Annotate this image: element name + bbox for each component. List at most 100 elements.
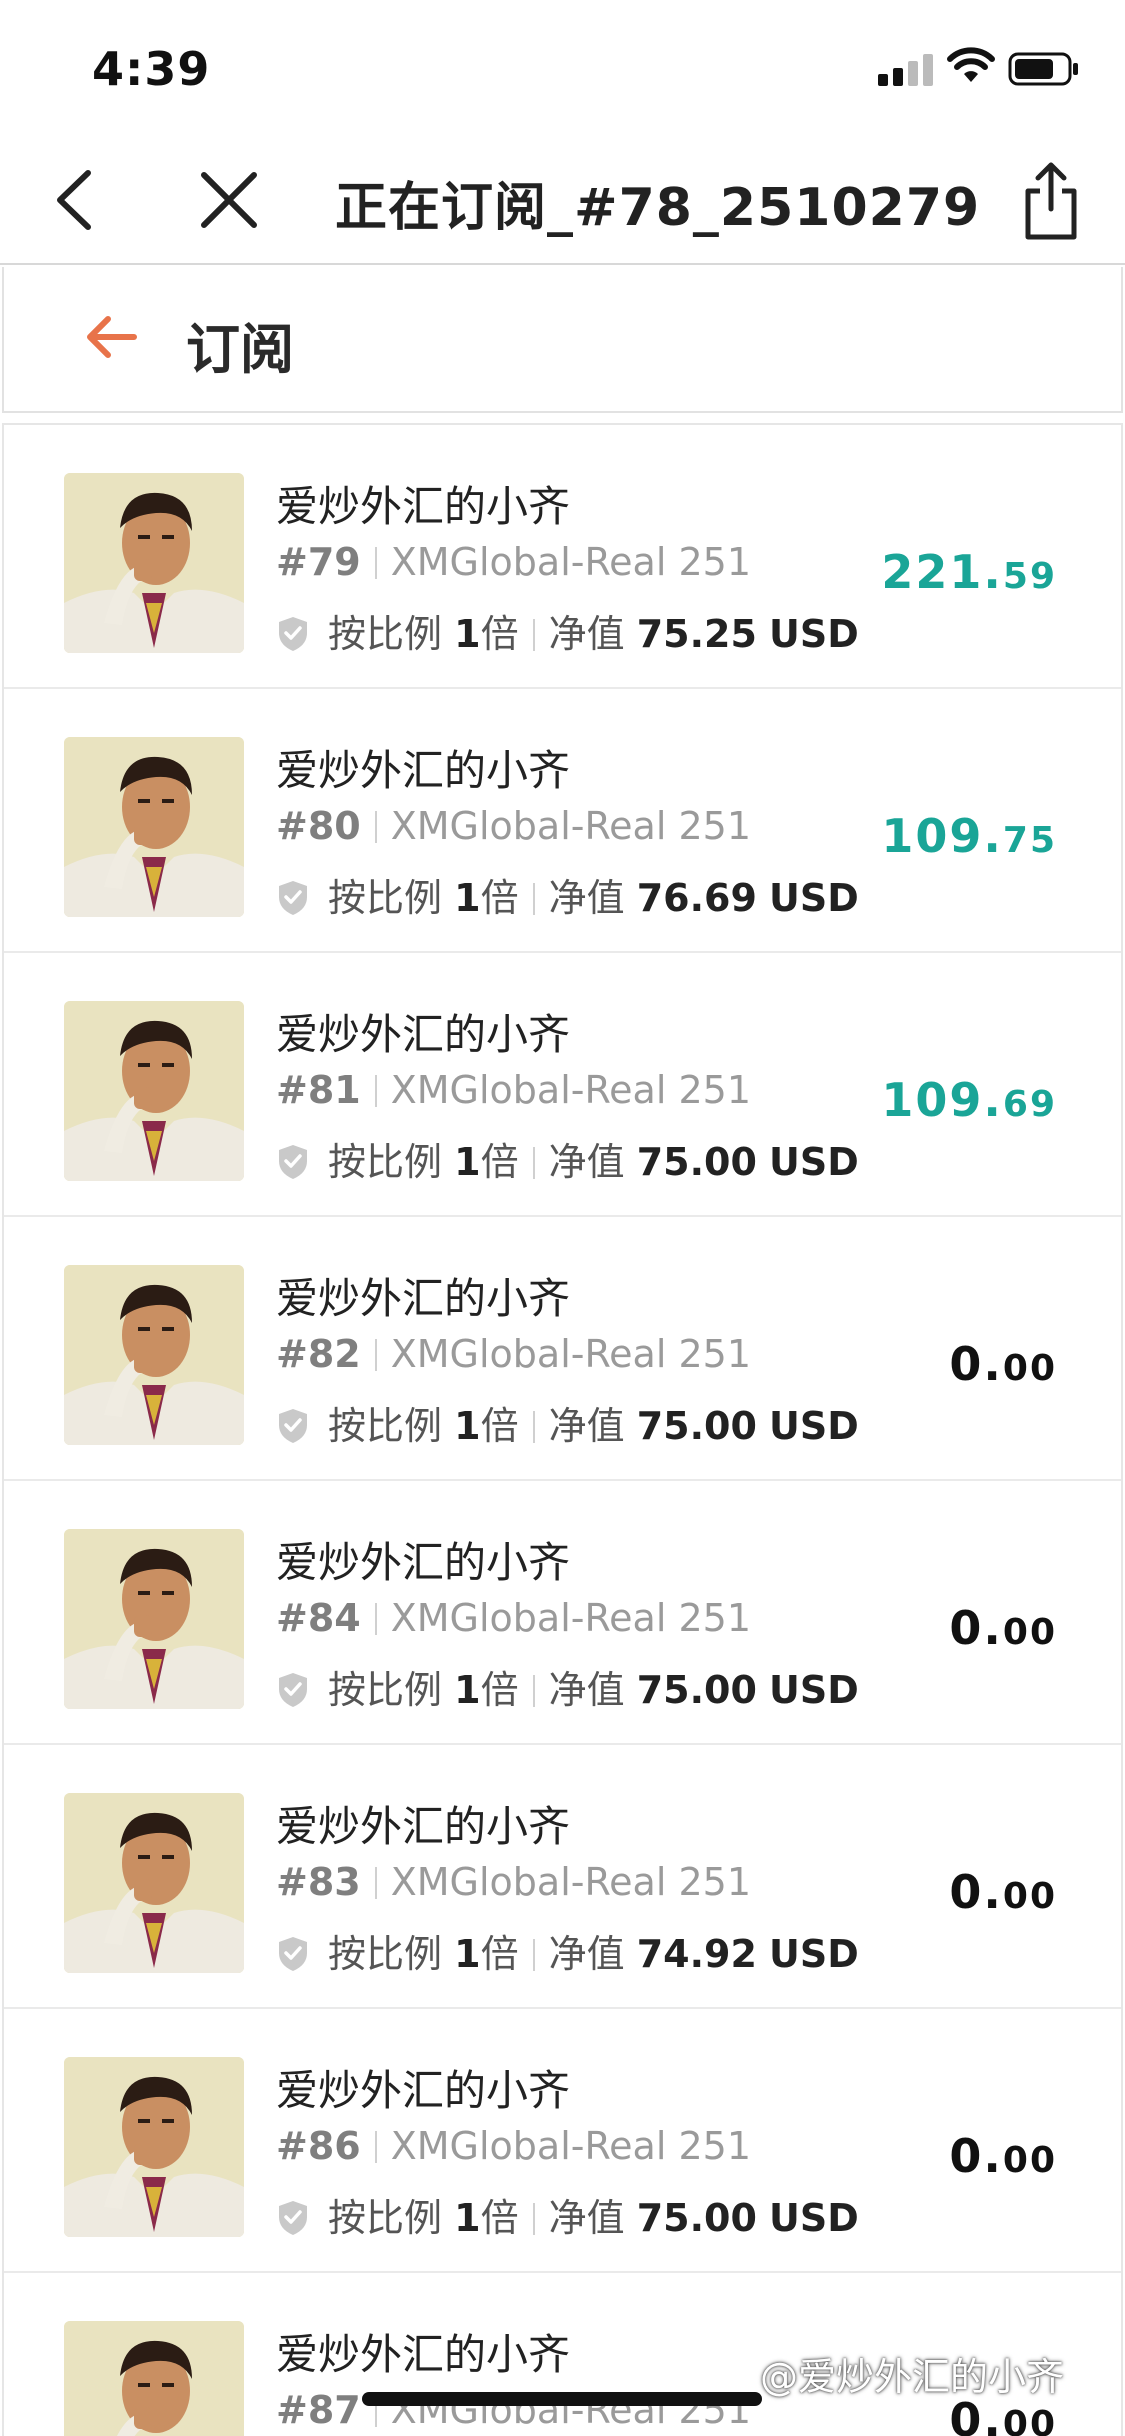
account-server: XMGlobal-Real 251 — [390, 2124, 752, 2168]
profit-int: 221. — [881, 545, 1003, 599]
subscription-id: #86 — [276, 2124, 361, 2168]
list-item[interactable]: 爱炒外汇的小齐 #79 XMGlobal-Real 251 按比例 1倍 净值 75… — [4, 425, 1121, 689]
trader-name: 爱炒外汇的小齐 — [276, 2066, 571, 2115]
cellular-signal-icon — [878, 52, 936, 86]
nav-value: 75.00 — [636, 1404, 757, 1448]
chevron-left-icon[interactable] — [40, 161, 110, 239]
subscription-id: #82 — [276, 1332, 361, 1376]
nav-value: 74.92 — [636, 1932, 757, 1976]
nav-value: 75.00 — [636, 2196, 757, 2240]
multiplier: 1 — [454, 1668, 481, 1712]
currency: USD — [768, 1140, 859, 1184]
nav-label: 净值 — [548, 1140, 625, 1184]
nav-value: 75.25 — [636, 612, 757, 656]
profit-value: 109.69 — [881, 1073, 1057, 1127]
close-icon[interactable] — [190, 161, 268, 239]
trader-name: 爱炒外汇的小齐 — [276, 746, 571, 795]
shield-check-icon — [279, 1673, 307, 1707]
subscription-id: #87 — [276, 2388, 361, 2432]
share-icon[interactable] — [1020, 159, 1082, 243]
multiplier: 1 — [454, 1932, 481, 1976]
battery-icon — [1008, 52, 1078, 86]
list-item[interactable]: 爱炒外汇的小齐 #81 XMGlobal-Real 251 按比例 1倍 净值 75… — [4, 953, 1121, 1217]
header-title: 订阅 — [186, 318, 294, 381]
subscription-id: #84 — [276, 1596, 361, 1640]
currency: USD — [768, 612, 859, 656]
profit-dec: 69 — [1002, 1084, 1057, 1125]
avatar — [64, 1001, 244, 1181]
trader-name: 爱炒外汇的小齐 — [276, 1538, 571, 1587]
profit-dec: 59 — [1002, 556, 1057, 597]
status-time: 4:39 — [92, 42, 211, 96]
list-item[interactable]: 爱炒外汇的小齐 #86 XMGlobal-Real 251 按比例 1倍 净值 75… — [4, 2009, 1121, 2273]
account-server: XMGlobal-Real 251 — [390, 540, 752, 584]
avatar — [64, 737, 244, 917]
arrow-left-icon[interactable] — [82, 309, 142, 365]
currency: USD — [768, 1404, 859, 1448]
page-title: 正在订阅_#78_2510279... — [335, 178, 985, 238]
profit-value: 221.59 — [881, 545, 1057, 599]
profit-dec: 00 — [1002, 1612, 1057, 1653]
account-line: #79 XMGlobal-Real 251 — [276, 540, 751, 584]
account-line: #86 XMGlobal-Real 251 — [276, 2124, 751, 2168]
account-line: #84 XMGlobal-Real 251 — [276, 1596, 751, 1640]
nav-value: 75.00 — [636, 1668, 757, 1712]
copy-detail: 按比例 1倍 净值 75.25 USD — [276, 603, 859, 658]
trader-name: 爱炒外汇的小齐 — [276, 1274, 571, 1323]
multiplier: 1 — [454, 1140, 481, 1184]
nav-label: 净值 — [548, 1404, 625, 1448]
multiplier-unit: 倍 — [480, 2196, 519, 2240]
multiplier-unit: 倍 — [480, 1140, 519, 1184]
account-line: #80 XMGlobal-Real 251 — [276, 804, 751, 848]
currency: USD — [768, 2196, 859, 2240]
copy-mode: 按比例 — [328, 1932, 443, 1976]
multiplier-unit: 倍 — [480, 1932, 519, 1976]
account-line: #81 XMGlobal-Real 251 — [276, 1068, 751, 1112]
multiplier-unit: 倍 — [480, 612, 519, 656]
profit-int: 109. — [881, 809, 1003, 863]
account-server: XMGlobal-Real 251 — [390, 1596, 752, 1640]
profit-dec: 00 — [1002, 1876, 1057, 1917]
multiplier: 1 — [454, 1404, 481, 1448]
profit-dec: 75 — [1002, 820, 1057, 861]
nav-value: 75.00 — [636, 1140, 757, 1184]
profit-int: 0. — [949, 1337, 1003, 1391]
profit-value: 109.75 — [881, 809, 1057, 863]
nav-label: 净值 — [548, 2196, 625, 2240]
subscription-id: #81 — [276, 1068, 361, 1112]
nav-label: 净值 — [548, 612, 625, 656]
list-item[interactable]: 爱炒外汇的小齐 #82 XMGlobal-Real 251 按比例 1倍 净值 75… — [4, 1217, 1121, 1481]
avatar — [64, 2321, 244, 2436]
copy-detail: 按比例 1倍 净值 75.00 USD — [276, 1659, 859, 1714]
multiplier: 1 — [454, 612, 481, 656]
currency: USD — [768, 1932, 859, 1976]
list-item[interactable]: 爱炒外汇的小齐 #84 XMGlobal-Real 251 按比例 1倍 净值 75… — [4, 1481, 1121, 1745]
shield-check-icon — [279, 617, 307, 651]
avatar — [64, 473, 244, 653]
subscription-id: #80 — [276, 804, 361, 848]
status-bar: 4:39 — [0, 0, 1125, 135]
account-server: XMGlobal-Real 251 — [390, 1332, 752, 1376]
profit-dec: 00 — [1002, 1348, 1057, 1389]
profit-int: 0. — [949, 2129, 1003, 2183]
nav-label: 净值 — [548, 1932, 625, 1976]
currency: USD — [768, 876, 859, 920]
trader-name: 爱炒外汇的小齐 — [276, 1010, 571, 1059]
trader-name: 爱炒外汇的小齐 — [276, 2330, 571, 2379]
profit-value: 0.00 — [949, 1337, 1057, 1391]
currency: USD — [768, 1668, 859, 1712]
trader-name: 爱炒外汇的小齐 — [276, 1802, 571, 1851]
account-server: XMGlobal-Real 251 — [390, 1860, 752, 1904]
profit-dec: 00 — [1002, 2404, 1057, 2436]
copy-detail: 按比例 1倍 净值 74.92 USD — [276, 1923, 859, 1978]
copy-mode: 按比例 — [328, 876, 443, 920]
profit-int: 109. — [881, 1073, 1003, 1127]
copy-detail: 按比例 1倍 净值 75.00 USD — [276, 2187, 859, 2242]
multiplier-unit: 倍 — [480, 1404, 519, 1448]
account-line: #82 XMGlobal-Real 251 — [276, 1332, 751, 1376]
list-item[interactable]: 爱炒外汇的小齐 #83 XMGlobal-Real 251 按比例 1倍 净值 74… — [4, 1745, 1121, 2009]
list-item[interactable]: 爱炒外汇的小齐 #80 XMGlobal-Real 251 按比例 1倍 净值 76… — [4, 689, 1121, 953]
multiplier: 1 — [454, 876, 481, 920]
avatar — [64, 2057, 244, 2237]
copy-detail: 按比例 1倍 净值 75.00 USD — [276, 1395, 859, 1450]
